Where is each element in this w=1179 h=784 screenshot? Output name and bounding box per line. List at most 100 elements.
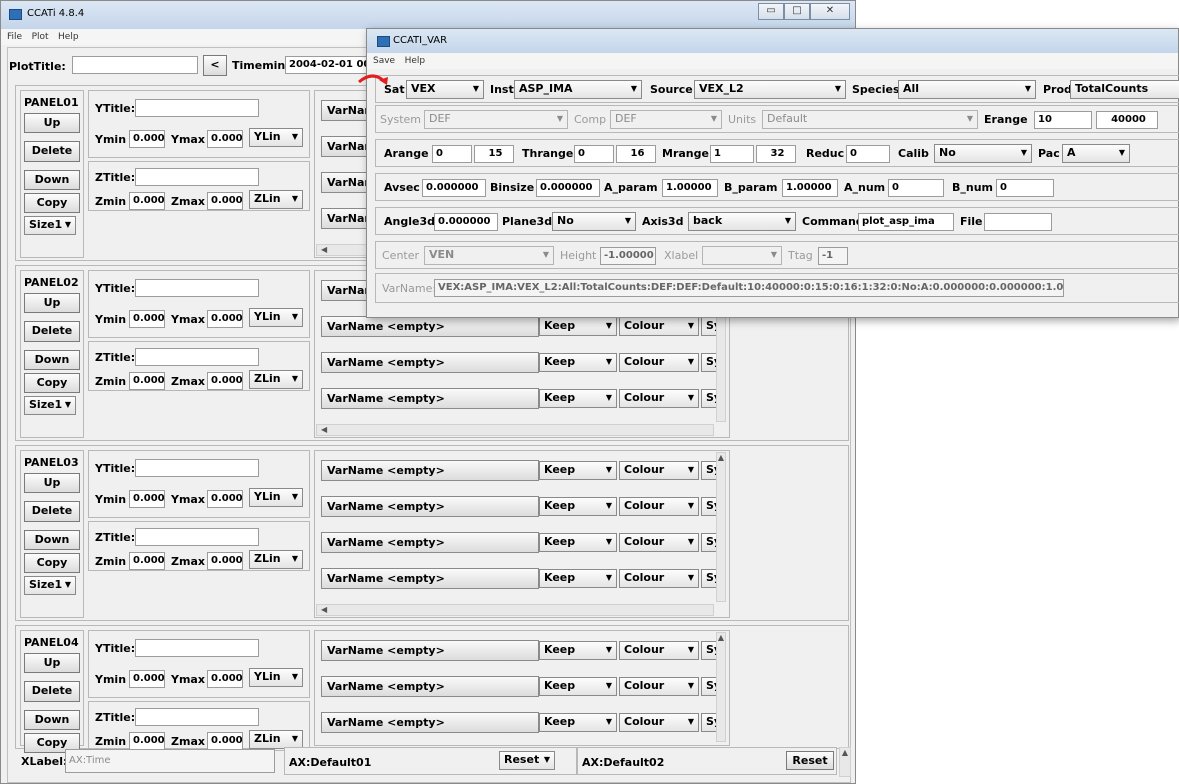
arange-max-input[interactable]: 15 <box>474 145 514 163</box>
panel-up-button[interactable]: Up <box>24 473 80 493</box>
ztitle-input[interactable] <box>135 528 259 546</box>
zscale-dropdown[interactable]: ZLin ▼ <box>249 190 303 209</box>
colour-dropdown[interactable]: Colour ▼ <box>619 569 699 588</box>
keep-dropdown[interactable]: Keep ▼ <box>539 533 617 552</box>
aparam-input[interactable]: 1.00000 <box>662 179 718 197</box>
yscale-dropdown[interactable]: YLin ▼ <box>249 668 303 687</box>
erange-max-input[interactable]: 40000 <box>1096 111 1158 129</box>
var-list-vscrollbar[interactable]: ▲ <box>716 452 726 602</box>
zmin-input[interactable]: 0.0000 <box>129 192 165 210</box>
comp-dropdown[interactable]: DEF ▼ <box>610 110 722 129</box>
erange-min-input[interactable]: 10 <box>1034 111 1092 129</box>
keep-dropdown[interactable]: Keep ▼ <box>539 497 617 516</box>
ztitle-input[interactable] <box>135 348 259 366</box>
var-list-hscrollbar[interactable]: ◀ <box>316 424 714 436</box>
axis3d-dropdown[interactable]: back ▼ <box>688 212 796 231</box>
colour-dropdown[interactable]: Colour ▼ <box>619 461 699 480</box>
inst-dropdown[interactable]: ASP_IMA ▼ <box>514 80 642 99</box>
varname-button[interactable]: VarName <empty> <box>321 316 539 337</box>
keep-dropdown[interactable]: Keep ▼ <box>539 641 617 660</box>
colour-dropdown[interactable]: Colour ▼ <box>619 713 699 732</box>
colour-dropdown[interactable]: Colour ▼ <box>619 497 699 516</box>
ztitle-input[interactable] <box>135 168 259 186</box>
varname-button[interactable]: VarName <empty> <box>321 532 539 553</box>
var-list-vscrollbar[interactable]: ▲ <box>716 632 726 742</box>
arange-min-input[interactable]: 0 <box>432 145 472 163</box>
ymax-input[interactable]: 0.0000 <box>207 130 243 148</box>
xlabel-input[interactable]: AX:Time <box>65 749 275 773</box>
keep-dropdown[interactable]: Keep ▼ <box>539 569 617 588</box>
ymin-input[interactable]: 0.0000 <box>129 310 165 328</box>
file-input[interactable] <box>984 213 1052 231</box>
colour-dropdown[interactable]: Colour ▼ <box>619 353 699 372</box>
zmin-input[interactable]: 0.0000 <box>129 552 165 570</box>
panel-down-button[interactable]: Down <box>24 710 80 730</box>
panel-down-button[interactable]: Down <box>24 530 80 550</box>
zscale-dropdown[interactable]: ZLin ▼ <box>249 370 303 389</box>
varname-button[interactable]: VarName <empty> <box>321 352 539 373</box>
zmin-input[interactable]: 0.0000 <box>129 372 165 390</box>
keep-dropdown[interactable]: Keep ▼ <box>539 713 617 732</box>
command-input[interactable]: plot_asp_ima <box>858 213 954 231</box>
bnum-input[interactable]: 0 <box>996 179 1054 197</box>
reduc-input[interactable]: 0 <box>846 145 890 163</box>
maximize-button[interactable]: □ <box>784 3 810 20</box>
menu-plot[interactable]: Plot <box>32 32 49 42</box>
binsize-input[interactable]: 0.000000 <box>536 179 600 197</box>
colour-dropdown[interactable]: Colour ▼ <box>619 533 699 552</box>
plane3d-dropdown[interactable]: No ▼ <box>552 212 636 231</box>
ymin-input[interactable]: 0.0000 <box>129 490 165 508</box>
zmax-input[interactable]: 0.0000 <box>207 372 243 390</box>
panel-up-button[interactable]: Up <box>24 293 80 313</box>
minimize-button[interactable]: ▭ <box>758 3 784 20</box>
ytitle-input[interactable] <box>135 99 259 117</box>
close-button[interactable]: ✕ <box>810 3 850 20</box>
yscale-dropdown[interactable]: YLin ▼ <box>249 308 303 327</box>
keep-dropdown[interactable]: Keep ▼ <box>539 677 617 696</box>
height-input[interactable]: -1.00000 <box>600 247 656 265</box>
yscale-dropdown[interactable]: YLin ▼ <box>249 488 303 507</box>
panel-down-button[interactable]: Down <box>24 170 80 190</box>
ytitle-input[interactable] <box>135 279 259 297</box>
varname-button[interactable]: VarName <empty> <box>321 496 539 517</box>
xlabel-var-dropdown[interactable]: ▼ <box>702 246 782 265</box>
panel-size-dropdown[interactable]: Size1 ▼ <box>24 216 76 235</box>
ymax-input[interactable]: 0.0000 <box>207 490 243 508</box>
ax1-reset-dropdown[interactable]: Reset ▼ <box>499 751 555 770</box>
ymax-input[interactable]: 0.0000 <box>207 670 243 688</box>
sat-dropdown[interactable]: VEX ▼ <box>406 80 484 99</box>
prev-time-button[interactable]: < <box>203 55 227 76</box>
keep-dropdown[interactable]: Keep ▼ <box>539 317 617 336</box>
ymin-input[interactable]: 0.0000 <box>129 130 165 148</box>
calib-dropdown[interactable]: No ▼ <box>934 144 1032 163</box>
system-dropdown[interactable]: DEF ▼ <box>424 110 568 129</box>
varname-button[interactable]: VarName <empty> <box>321 640 539 661</box>
panel-delete-button[interactable]: Delete <box>24 141 80 162</box>
colour-dropdown[interactable]: Colour ▼ <box>619 677 699 696</box>
menu-var-help[interactable]: Help <box>405 56 426 66</box>
panel-copy-button[interactable]: Copy <box>24 193 80 213</box>
zmax-input[interactable]: 0.0000 <box>207 552 243 570</box>
thrange-max-input[interactable]: 16 <box>616 145 656 163</box>
panel-down-button[interactable]: Down <box>24 350 80 370</box>
anum-input[interactable]: 0 <box>888 179 944 197</box>
varname-output[interactable]: VEX:ASP_IMA:VEX_L2:All:TotalCounts:DEF:D… <box>434 279 1064 297</box>
menu-save[interactable]: Save <box>373 56 395 66</box>
varname-button[interactable]: VarName <empty> <box>321 460 539 481</box>
menu-file[interactable]: File <box>7 32 22 42</box>
keep-dropdown[interactable]: Keep ▼ <box>539 353 617 372</box>
varname-button[interactable]: VarName <empty> <box>321 568 539 589</box>
keep-dropdown[interactable]: Keep ▼ <box>539 389 617 408</box>
ytitle-input[interactable] <box>135 639 259 657</box>
mrange-max-input[interactable]: 32 <box>756 145 796 163</box>
menu-help[interactable]: Help <box>58 32 79 42</box>
panel-copy-button[interactable]: Copy <box>24 373 80 393</box>
source-dropdown[interactable]: VEX_L2 ▼ <box>694 80 846 99</box>
pac-dropdown[interactable]: A ▼ <box>1062 144 1130 163</box>
ymax-input[interactable]: 0.0000 <box>207 310 243 328</box>
yscale-dropdown[interactable]: YLin ▼ <box>249 128 303 147</box>
ymin-input[interactable]: 0.0000 <box>129 670 165 688</box>
thrange-min-input[interactable]: 0 <box>574 145 614 163</box>
panel-delete-button[interactable]: Delete <box>24 321 80 342</box>
colour-dropdown[interactable]: Colour ▼ <box>619 317 699 336</box>
